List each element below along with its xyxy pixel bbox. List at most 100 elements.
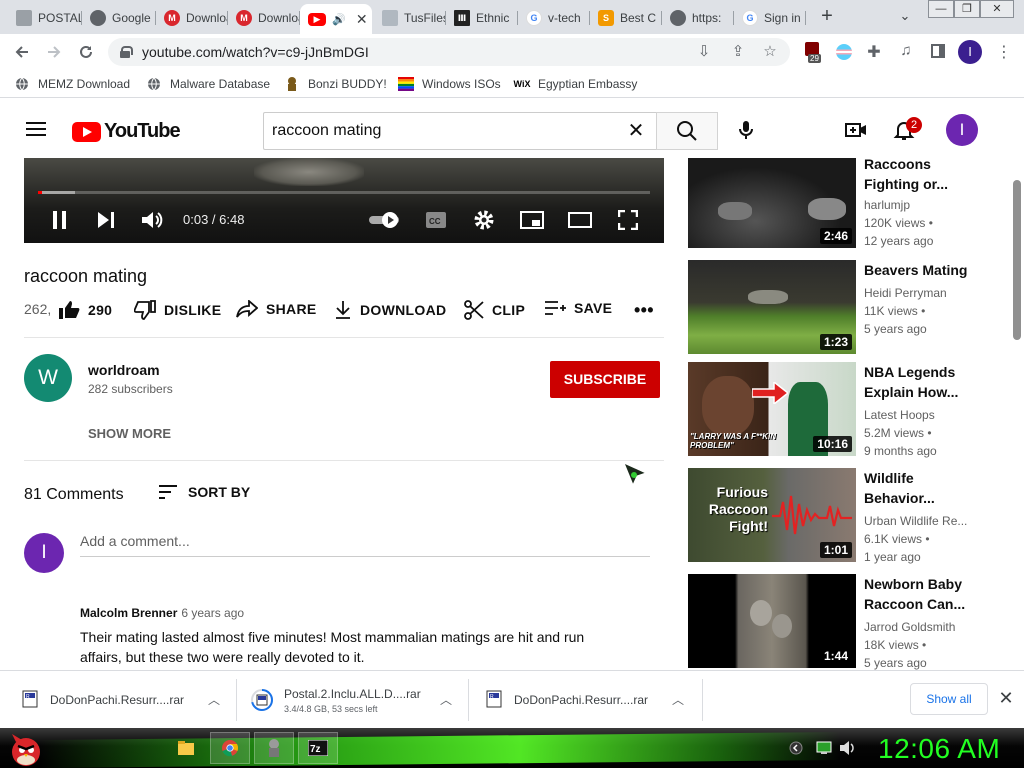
bookmark-egyptian-embassy[interactable]: WiX Egyptian Embassy [514, 76, 638, 92]
recommendation-item[interactable]: Furious Raccoon Fight! 1:01 Wildlife Beh… [688, 468, 988, 564]
tab-tusfiles[interactable]: TusFiles [374, 4, 446, 32]
speaker-icon[interactable]: 🔊 [332, 13, 346, 26]
settings-gear-icon[interactable] [472, 208, 496, 232]
7zip-icon[interactable]: 7z [298, 732, 338, 764]
tab-vtech[interactable]: G v-tech [518, 4, 590, 32]
recommendation-item[interactable]: "LARRY WAS A F**KIN PROBLEM" 10:16 NBA L… [688, 362, 988, 458]
account-avatar[interactable]: I [946, 114, 978, 146]
tab-youtube-active[interactable]: ▶ 🔊 ✕ [300, 4, 372, 34]
recommendation-item[interactable]: 1:23 Beavers Mating Heidi Perryman 11K v… [688, 260, 988, 354]
clip-button[interactable]: CLIP [464, 300, 525, 320]
sort-by-button[interactable]: SORT BY [158, 484, 250, 500]
progress-bar[interactable] [38, 191, 650, 194]
pride-extension-icon[interactable] [834, 42, 854, 62]
miniplayer-icon[interactable] [520, 208, 544, 232]
subscribe-button[interactable]: SUBSCRIBE [550, 361, 660, 398]
bookmark-bonzi-buddy[interactable]: Bonzi BUDDY! [284, 76, 387, 92]
search-button[interactable] [656, 112, 718, 150]
autoplay-toggle[interactable] [368, 208, 402, 232]
tab-search-chevron-icon[interactable]: ⌄ [896, 8, 914, 26]
chrome-menu-icon[interactable]: ⋮ [994, 42, 1014, 62]
taskbar-clock[interactable]: 12:06 AM [878, 733, 1000, 765]
share-button[interactable]: SHARE [236, 300, 317, 318]
bookmark-windows-isos[interactable]: Windows ISOs [398, 76, 501, 92]
tab-download-1[interactable]: M Download [156, 4, 228, 32]
share-icon[interactable]: ⇪ [728, 42, 748, 62]
create-video-icon[interactable] [844, 118, 868, 142]
network-icon[interactable] [812, 732, 836, 764]
show-more-button[interactable]: SHOW MORE [88, 426, 171, 441]
comment-author[interactable]: Malcolm Brenner [80, 606, 177, 620]
youtube-logo[interactable]: YouTube [72, 120, 181, 143]
extensions-puzzle-icon[interactable]: ✚ [864, 42, 884, 62]
tab-sign-in[interactable]: G Sign in [734, 4, 806, 32]
fullscreen-icon[interactable] [616, 208, 640, 232]
more-actions-icon[interactable]: ••• [634, 300, 654, 321]
volume-icon[interactable] [140, 208, 164, 232]
new-tab-button[interactable]: + [814, 6, 840, 28]
next-video-icon[interactable] [94, 208, 118, 232]
like-button[interactable]: 290 [58, 300, 112, 320]
thumbnail[interactable]: 1:23 [688, 260, 856, 354]
page-scrollbar-thumb[interactable] [1013, 180, 1021, 340]
close-tab-icon[interactable]: ✕ [354, 11, 370, 28]
tab-postal[interactable]: POSTAL [8, 4, 82, 32]
tab-download-2[interactable]: M Download [228, 4, 300, 32]
ublock-extension-icon[interactable]: 29 [802, 42, 822, 63]
chrome-icon[interactable] [210, 732, 250, 764]
captions-icon[interactable]: CC [424, 208, 448, 232]
download-item[interactable]: R DoDonPachi.Resurr....rar ︿ [22, 671, 230, 729]
minimize-button[interactable]: — [928, 0, 954, 18]
close-window-button[interactable]: ✕ [980, 0, 1014, 18]
chevron-up-icon[interactable]: ︿ [672, 691, 684, 708]
forward-button[interactable] [42, 40, 66, 64]
bookmark-malware-database[interactable]: Malware Database [146, 76, 270, 92]
lock-icon[interactable] [120, 46, 133, 58]
thumbnail[interactable]: Furious Raccoon Fight! 1:01 [688, 468, 856, 562]
save-button[interactable]: SAVE [544, 300, 612, 316]
bonzi-app-icon[interactable] [254, 732, 294, 764]
add-comment-input[interactable]: Add a comment... [80, 533, 650, 557]
chevron-up-icon[interactable]: ︿ [440, 691, 452, 708]
back-button[interactable] [10, 40, 34, 64]
search-input[interactable]: raccoon mating ✕ [263, 112, 656, 150]
media-control-icon[interactable]: ♫ [896, 42, 916, 62]
channel-avatar[interactable]: W [24, 354, 72, 402]
thumbnail[interactable]: 1:44 [688, 574, 856, 668]
recommendation-item[interactable]: 1:44 Newborn Baby Raccoon Can... Jarrod … [688, 574, 988, 670]
show-all-downloads-button[interactable]: Show all [910, 683, 988, 715]
channel-name[interactable]: worldroam [88, 362, 160, 378]
clear-search-icon[interactable]: ✕ [624, 119, 648, 143]
tab-google[interactable]: Google [82, 4, 156, 32]
thumbnail[interactable]: "LARRY WAS A F**KIN PROBLEM" 10:16 [688, 362, 856, 456]
bookmark-memz[interactable]: MEMZ Download [14, 76, 130, 92]
thumbnail[interactable]: 2:46 [688, 158, 856, 248]
comment-age[interactable]: 6 years ago [181, 606, 244, 620]
dislike-button[interactable]: DISLIKE [134, 300, 221, 320]
profile-avatar[interactable]: I [958, 40, 982, 64]
file-explorer-icon[interactable] [166, 732, 206, 764]
theater-mode-icon[interactable] [568, 208, 592, 232]
side-panel-icon[interactable] [928, 42, 948, 62]
microphone-icon[interactable] [734, 118, 758, 142]
volume-tray-icon[interactable] [836, 732, 860, 764]
bookmark-star-icon[interactable]: ☆ [760, 42, 780, 62]
start-button-angry-bird-icon[interactable] [4, 728, 48, 768]
tab-best[interactable]: S Best C [590, 4, 662, 32]
tab-https[interactable]: https: [662, 4, 734, 32]
chevron-up-icon[interactable]: ︿ [208, 691, 220, 708]
recommendation-item[interactable]: 2:46 Raccoons Fighting or... harlumjp 12… [688, 154, 988, 248]
install-app-icon[interactable]: ⇩ [694, 42, 714, 62]
close-download-shelf-icon[interactable]: ✕ [996, 688, 1016, 708]
maximize-button[interactable]: ❐ [954, 0, 980, 18]
tray-expand-chevron-icon[interactable] [784, 732, 808, 764]
address-bar[interactable]: youtube.com/watch?v=c9-jJnBmDGI ⇩ ⇪ ☆ [108, 38, 790, 66]
pause-icon[interactable] [48, 208, 72, 232]
menu-hamburger-icon[interactable] [26, 122, 46, 136]
reload-button[interactable] [74, 40, 98, 64]
download-item-in-progress[interactable]: Postal.2.Inclu.ALL.D....rar 3.4/4.8 GB, … [250, 671, 462, 729]
tab-ethnic[interactable]: Ⅲ Ethnic [446, 4, 518, 32]
download-item[interactable]: R DoDonPachi.Resurr....rar ︿ [486, 671, 694, 729]
download-button[interactable]: DOWNLOAD [334, 300, 446, 320]
video-player[interactable]: 0:03 / 6:48 CC [24, 158, 664, 243]
